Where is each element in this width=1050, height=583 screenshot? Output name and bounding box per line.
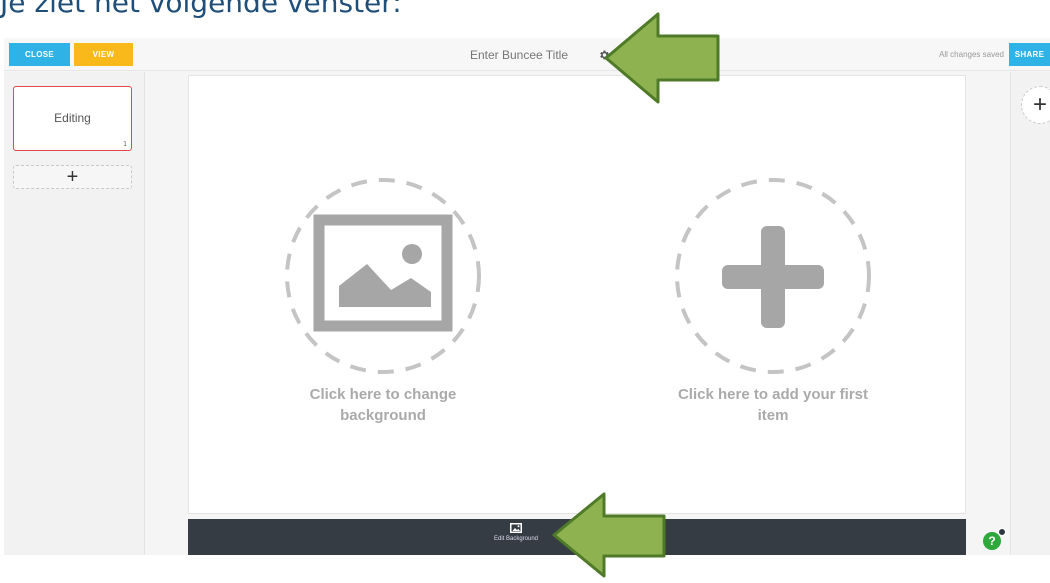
plus-icon — [675, 178, 871, 374]
close-button[interactable]: CLOSE — [9, 43, 70, 66]
caption-text: Je ziet het volgende venster: — [0, 0, 402, 19]
buncee-editor: CLOSE VIEW All changes saved SHARE Editi… — [4, 38, 1050, 555]
arrow-annotation-top — [604, 12, 720, 104]
edit-background-label: Edit Background — [493, 536, 539, 542]
add-first-item-area[interactable]: Click here to add your first item — [671, 174, 875, 446]
tools-panel: + — [1010, 72, 1050, 555]
slide-thumbnail[interactable]: Editing 1 — [13, 86, 132, 151]
slide-canvas[interactable]: Click here to change background Click he… — [188, 75, 966, 514]
image-icon — [285, 178, 481, 374]
add-slide-button[interactable]: + — [13, 165, 132, 189]
change-background-label: Click here to change background — [309, 386, 457, 424]
slide-number: 1 — [123, 141, 127, 148]
share-button[interactable]: SHARE — [1009, 43, 1050, 66]
arrow-annotation-bottom — [552, 492, 666, 578]
save-status: All changes saved — [939, 50, 1004, 59]
top-toolbar: CLOSE VIEW All changes saved SHARE — [4, 38, 1050, 71]
add-item-label: Click here to add your first item — [677, 386, 869, 424]
view-button[interactable]: VIEW — [74, 43, 133, 66]
edit-background-button[interactable]: Edit Background — [486, 523, 546, 553]
help-notification-dot — [998, 528, 1006, 536]
image-icon — [510, 523, 522, 533]
title-input[interactable] — [444, 47, 594, 63]
change-background-area[interactable]: Click here to change background — [281, 174, 485, 446]
slides-panel: Editing 1 + — [4, 72, 145, 555]
slide-label: Editing — [54, 111, 91, 125]
add-item-button[interactable]: + — [1021, 86, 1050, 124]
